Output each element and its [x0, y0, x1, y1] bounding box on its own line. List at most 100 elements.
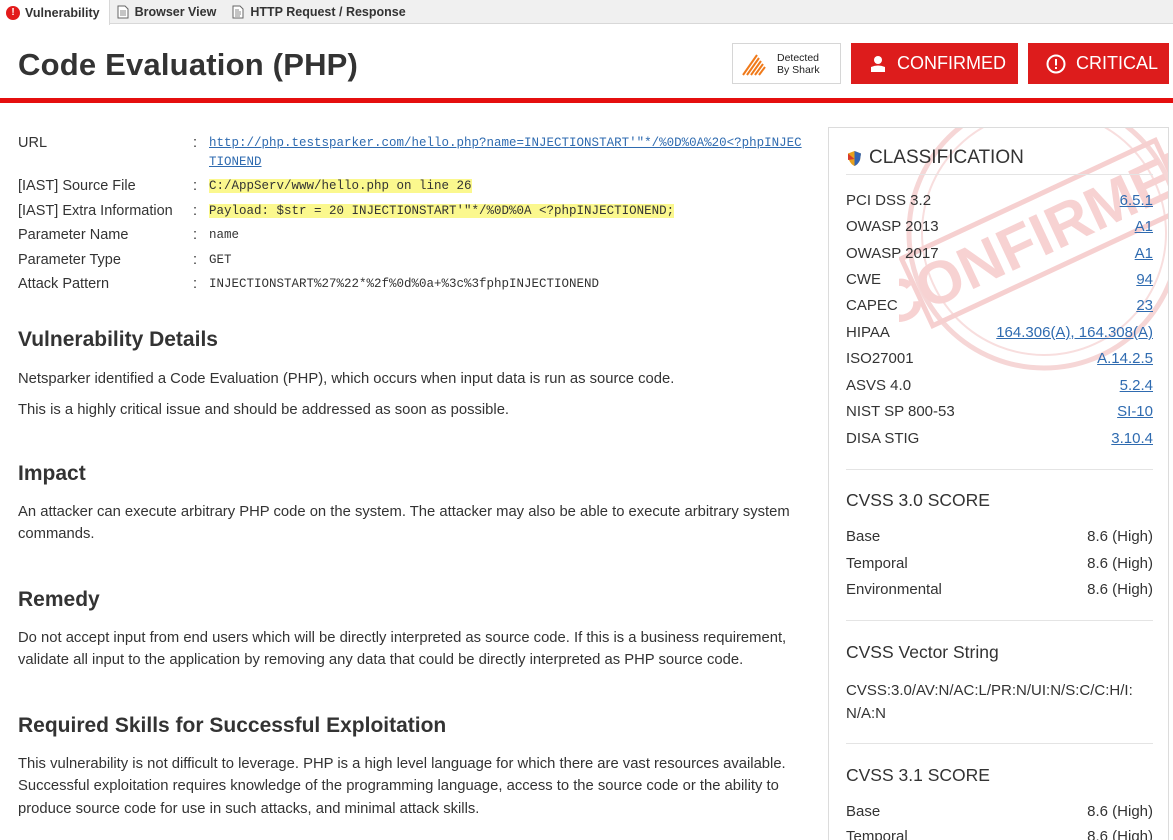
vulnerability-details-heading: Vulnerability Details	[18, 327, 218, 351]
classification-link[interactable]: 3.10.4	[1111, 429, 1153, 449]
tab-bar: ! Vulnerability Browser View HTTP Reques…	[0, 0, 1173, 25]
attack-pattern-value: INJECTIONSTART%27%22*%2f%0d%0a+%3c%3fphp…	[209, 277, 600, 291]
user-icon	[871, 55, 885, 72]
impact-paragraph: An attacker can execute arbitrary PHP co…	[18, 503, 790, 543]
classification-link[interactable]: A1	[1135, 217, 1153, 237]
vulnerability-content: URL : http://php.testsparker.com/hello.p…	[18, 131, 808, 820]
detected-by-shark-badge: Detected By Shark	[732, 43, 841, 84]
tab-label: Vulnerability	[25, 5, 100, 20]
classification-link[interactable]: 94	[1136, 270, 1153, 290]
attack-pattern-label: Attack Pattern	[18, 276, 110, 292]
colon: :	[193, 202, 198, 219]
divider	[846, 174, 1153, 175]
url-row: URL : http://php.testsparker.com/hello.p…	[18, 131, 808, 172]
confirmed-label: CONFIRMED	[897, 53, 1006, 73]
extra-info-label: [IAST] Extra Information	[18, 202, 173, 219]
colon: :	[193, 251, 198, 268]
extra-info-row: [IAST] Extra Information : Payload: $str…	[18, 199, 808, 224]
cvss-vector-line-1: CVSS:3.0/AV:N/AC:L/PR:N/UI:N/S:C/C:H/I:	[846, 682, 1133, 699]
parameter-name-row: Parameter Name : name	[18, 223, 808, 248]
classification-name: CAPEC	[846, 297, 898, 314]
details-paragraph-1: Netsparker identified a Code Evaluation …	[18, 370, 675, 387]
cvss-vector-string: CVSS:3.0/AV:N/AC:L/PR:N/UI:N/S:C/C:H/I: …	[846, 679, 1146, 725]
classification-heading: CLASSIFICATION	[846, 147, 1024, 169]
tab-vulnerability[interactable]: ! Vulnerability	[0, 0, 110, 25]
tab-http-request-response[interactable]: HTTP Request / Response	[225, 0, 414, 23]
classification-name: PCI DSS 3.2	[846, 192, 932, 209]
cvss-metric-name: Temporal	[846, 555, 908, 572]
source-file-value: C:/AppServ/www/hello.php on line 26	[209, 179, 472, 193]
classification-link[interactable]: 23	[1136, 296, 1153, 316]
cvss-metric-value: 8.6 (High)	[1087, 555, 1153, 572]
required-skills-paragraph: This vulnerability is not difficult to l…	[18, 755, 786, 817]
critical-badge[interactable]: CRITICAL	[1028, 43, 1169, 84]
classification-name: OWASP 2013	[846, 218, 939, 235]
classification-row: CWE 94	[846, 270, 1153, 290]
classification-sidebar: CONFIRMED CLASSIFICATION PCI DSS 3.2 6.5.…	[828, 127, 1169, 840]
cvss-metric-name: Base	[846, 528, 881, 545]
vulnerability-header: Code Evaluation (PHP) Detected By Shark …	[0, 25, 1173, 103]
page-title: Code Evaluation (PHP)	[18, 47, 359, 82]
alert-circle-icon: !	[6, 5, 20, 20]
cvss-metric-value: 8.6 (High)	[1087, 803, 1153, 820]
cvss31-row: Base 8.6 (High)	[846, 802, 1153, 822]
classification-title: CLASSIFICATION	[869, 147, 1024, 168]
alert-circle-icon	[1046, 54, 1066, 73]
cvss-metric-name: Environmental	[846, 581, 942, 598]
remedy-paragraph: Do not accept input from end users which…	[18, 629, 787, 669]
classification-name: DISA STIG	[846, 430, 920, 447]
cvss-vector-heading: CVSS Vector String	[846, 642, 999, 662]
parameter-type-row: Parameter Type : GET	[18, 248, 808, 273]
colon: :	[193, 178, 198, 194]
classification-row: OWASP 2013 A1	[846, 217, 1153, 237]
shark-line-1: Detected	[777, 51, 820, 64]
classification-link[interactable]: 6.5.1	[1120, 191, 1153, 211]
cvss-metric-value: 8.6 (High)	[1087, 828, 1153, 840]
cvss30-row: Base 8.6 (High)	[846, 527, 1153, 547]
source-file-label: [IAST] Source File	[18, 178, 136, 194]
divider	[846, 469, 1153, 470]
classification-row: ASVS 4.0 5.2.4	[846, 376, 1153, 396]
extra-info-value: Payload: $str = 20 INJECTIONSTART'"*/%0D…	[209, 203, 675, 218]
classification-link[interactable]: 5.2.4	[1120, 376, 1153, 396]
impact-heading: Impact	[18, 461, 86, 485]
divider	[846, 620, 1153, 621]
shark-icon	[742, 53, 766, 76]
parameter-name-value: name	[209, 228, 240, 242]
classification-row: DISA STIG 3.10.4	[846, 429, 1153, 449]
remedy-heading: Remedy	[18, 587, 100, 611]
cvss30-row: Temporal 8.6 (High)	[846, 554, 1153, 574]
cvss-metric-name: Temporal	[846, 828, 908, 840]
classification-link[interactable]: A.14.2.5	[1097, 349, 1153, 369]
cvss31-heading: CVSS 3.1 SCORE	[846, 765, 990, 785]
classification-row: HIPAA 164.306(A), 164.308(A)	[846, 323, 1153, 343]
parameter-name-label: Parameter Name	[18, 227, 129, 243]
url-label: URL	[18, 135, 48, 151]
colon: :	[193, 135, 198, 151]
classification-link[interactable]: SI-10	[1117, 402, 1153, 422]
classification-row: NIST SP 800-53 SI-10	[846, 402, 1153, 422]
url-link[interactable]: http://php.testsparker.com/hello.php?nam…	[209, 136, 802, 169]
source-file-row: [IAST] Source File : C:/AppServ/www/hell…	[18, 174, 808, 199]
classification-name: HIPAA	[846, 324, 890, 341]
critical-label: CRITICAL	[1076, 53, 1159, 73]
cvss-vector-line-2: N/A:N	[846, 705, 887, 722]
confirmed-badge[interactable]: CONFIRMED	[851, 43, 1018, 84]
cvss-metric-value: 8.6 (High)	[1087, 581, 1153, 598]
classification-row: ISO27001 A.14.2.5	[846, 349, 1153, 369]
document-icon	[116, 5, 130, 19]
classification-row: OWASP 2017 A1	[846, 244, 1153, 264]
classification-row: PCI DSS 3.2 6.5.1	[846, 191, 1153, 211]
parameter-type-value: GET	[209, 252, 232, 267]
tab-label: HTTP Request / Response	[250, 4, 406, 19]
attack-pattern-row: Attack Pattern : INJECTIONSTART%27%22*%2…	[18, 272, 808, 297]
tab-browser-view[interactable]: Browser View	[110, 0, 226, 23]
classification-name: OWASP 2017	[846, 245, 939, 262]
classification-name: ASVS 4.0	[846, 377, 912, 394]
classification-link[interactable]: A1	[1135, 244, 1153, 264]
classification-link[interactable]: 164.306(A), 164.308(A)	[996, 323, 1153, 343]
cvss-metric-name: Base	[846, 803, 881, 820]
document-list-icon	[231, 5, 245, 19]
parameter-type-label: Parameter Type	[18, 251, 121, 268]
colon: :	[193, 227, 198, 243]
